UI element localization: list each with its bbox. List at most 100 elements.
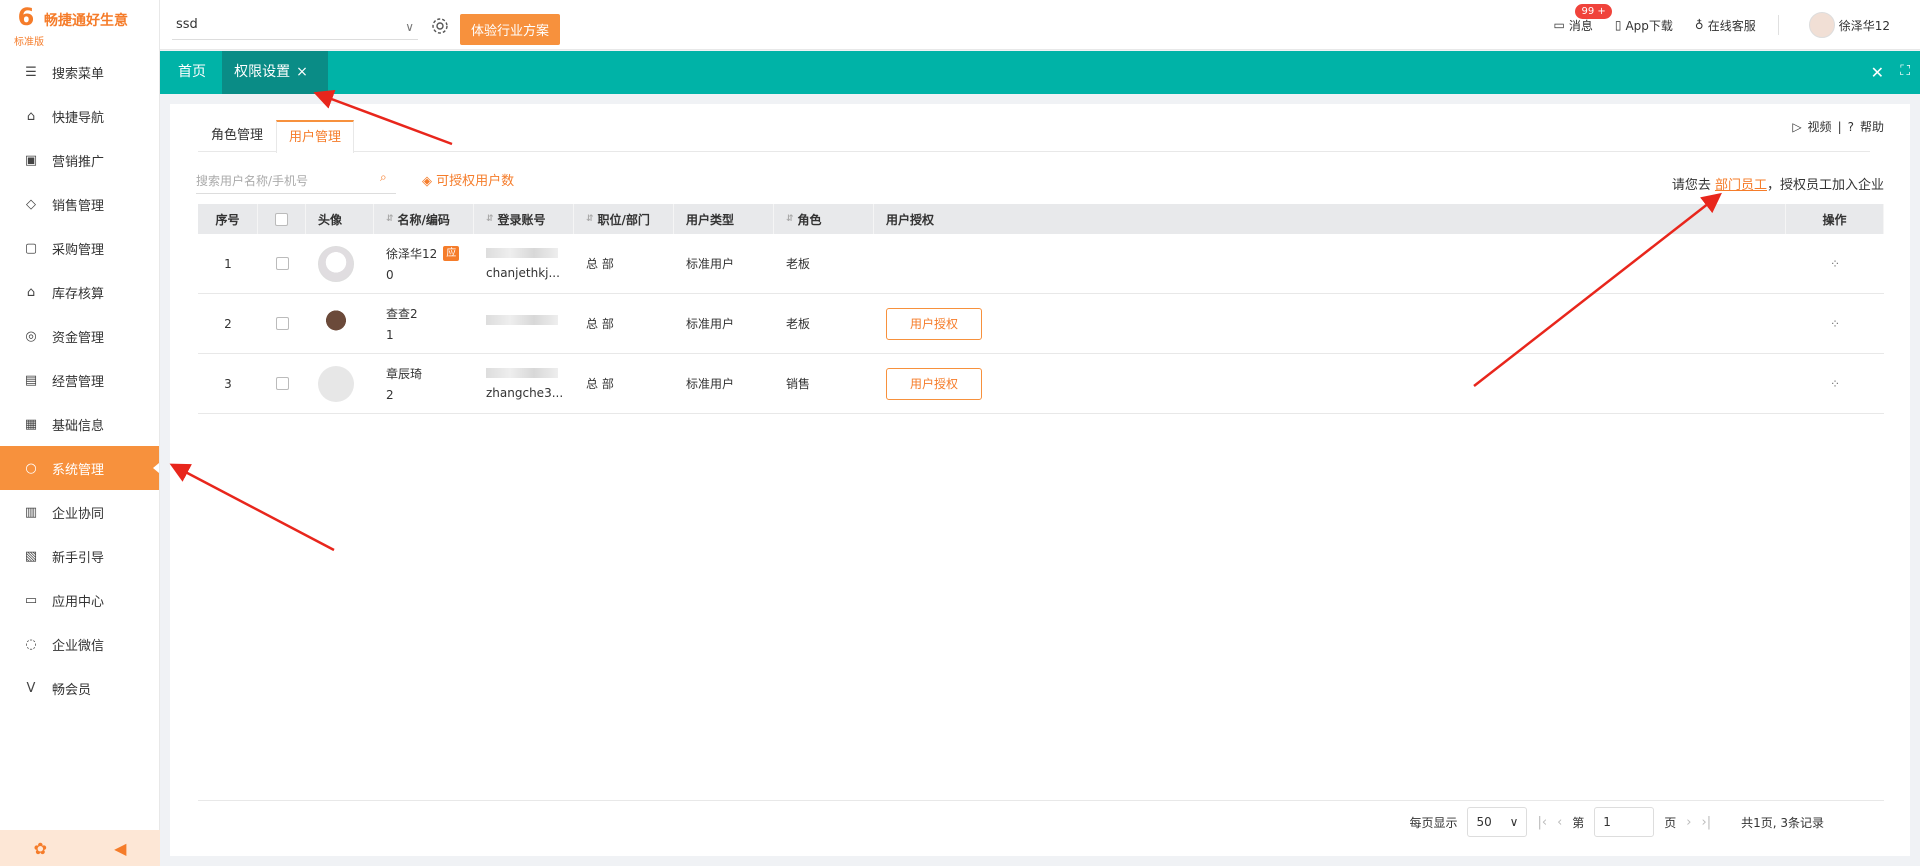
account-block: [486, 314, 558, 333]
table-body: 1 徐泽华12 应 0 chanjethkj... 总 部标准用户 老板 ⁘ 2 查查2 1 总 部标…: [198, 234, 1884, 414]
subtab-role-management[interactable]: 角色管理: [198, 120, 276, 152]
department-staff-link[interactable]: 部门员工: [1715, 178, 1767, 193]
settings-icon[interactable]: ✿: [34, 839, 47, 858]
sidebar-item[interactable]: ◌ 企业微信: [0, 622, 159, 666]
sidebar-item[interactable]: ▤ 经营管理: [0, 358, 159, 402]
clipboard-icon: ▤: [24, 372, 38, 388]
collapse-sidebar-icon[interactable]: ◀: [114, 839, 126, 858]
main-content: 角色管理 用户管理 ▷ 视频 | ? 帮助 搜索用户名称/手机号 ⌕ ◈ 可授权…: [170, 104, 1910, 856]
messages-label: 消息: [1568, 18, 1593, 33]
select-all-checkbox[interactable]: [275, 212, 288, 226]
subtab-user-management[interactable]: 用户管理: [276, 120, 354, 153]
quota-label: 可授权用户数: [436, 174, 515, 189]
page-suffix: 页: [1664, 815, 1677, 830]
login-account: chanjethkj...: [486, 265, 560, 280]
bag-icon: ▢: [24, 240, 38, 256]
sidebar-item-label: 库存核算: [52, 286, 105, 302]
cell-avatar: [306, 234, 374, 293]
sidebar-item-label: 畅会员: [52, 682, 92, 698]
table-row[interactable]: 1 徐泽华12 应 0 chanjethkj... 总 部 标准用户 老板 ⁘: [198, 234, 1884, 294]
header-auth: 用户授权: [874, 204, 1786, 234]
trial-industry-button[interactable]: 体验行业方案: [460, 14, 560, 45]
sidebar-item-label: 销售管理: [52, 198, 105, 214]
header-account[interactable]: ⇵ 登录账号: [474, 204, 574, 234]
search-icon[interactable]: ⌕: [380, 170, 387, 185]
header-dept[interactable]: ⇵ 职位/部门: [574, 204, 674, 234]
shield-icon: ◈: [422, 174, 432, 189]
account-block: zhangche3...: [486, 367, 563, 400]
sidebar-item[interactable]: ○ 系统管理: [0, 446, 159, 490]
users-table: 序号 头像 ⇵ 名称/编码 ⇵ 登录账号 ⇵ 职位/部门 用户类型 ⇵ 角色 用户授权 …: [198, 204, 1884, 414]
user-name: 徐泽华12: [1838, 18, 1890, 33]
brand-logo[interactable]: 6 畅捷通好生意 标准版: [0, 0, 159, 50]
cell-role: 老板: [786, 317, 811, 331]
table-row[interactable]: 3 章辰琦 2 zhangche3... 总 部 标准用户 销售 用户授权 ⁘: [198, 354, 1884, 414]
app-download-button[interactable]: ▯ App下载: [1615, 17, 1673, 34]
authorizable-users-link[interactable]: ◈ 可授权用户数: [422, 170, 514, 189]
fullscreen-icon[interactable]: ⛶: [1900, 63, 1910, 79]
sidebar-item[interactable]: ◇ 销售管理: [0, 182, 159, 226]
user-code: 1: [386, 328, 394, 342]
sidebar-item[interactable]: ☰ 搜索菜单: [0, 50, 159, 94]
sort-icon: ⇵: [786, 214, 794, 224]
header-name[interactable]: ⇵ 名称/编码: [374, 204, 474, 234]
sidebar-item[interactable]: ⌂ 库存核算: [0, 270, 159, 314]
table-row[interactable]: 2 查查2 1 总 部 标准用户 老板 用户授权 ⁘: [198, 294, 1884, 354]
name-line: 徐泽华12 应: [386, 245, 460, 262]
close-icon[interactable]: ×: [296, 64, 308, 80]
cell-role: 老板: [786, 257, 811, 271]
header-select-all: [258, 204, 306, 234]
sidebar-item[interactable]: ▭ 应用中心: [0, 578, 159, 622]
tab-home[interactable]: 首页: [178, 51, 206, 94]
more-actions-icon[interactable]: ⁘: [1830, 257, 1840, 271]
more-actions-icon[interactable]: ⁘: [1830, 317, 1840, 331]
header-no: 序号: [198, 204, 258, 234]
chevron-down-icon: ∨: [405, 20, 414, 34]
sidebar-item-label: 经营管理: [52, 374, 105, 390]
page-input[interactable]: 1: [1594, 807, 1655, 837]
more-actions-icon[interactable]: ⁘: [1830, 377, 1840, 391]
sidebar-item[interactable]: ▥ 企业协同: [0, 490, 159, 534]
sidebar-item[interactable]: ⌂ 快捷导航: [0, 94, 159, 138]
row-checkbox[interactable]: [275, 257, 289, 270]
company-select[interactable]: ssd ∨: [172, 14, 418, 40]
user-menu[interactable]: 徐泽华12: [1801, 12, 1890, 38]
gear-icon[interactable]: [430, 16, 450, 36]
sidebar-nav: ☰ 搜索菜单 ⌂ 快捷导航 ▣ 营销推广 ◇ 销售管理 ▢ 采购管理 ⌂ 库存核算 ◎ 资金管理 ▤ 经营管理…: [0, 50, 159, 710]
support-button[interactable]: ♁ 在线客服: [1695, 17, 1756, 34]
company-name: ssd: [176, 17, 198, 32]
cell-auth: 用户授权: [874, 294, 1786, 353]
sidebar-item[interactable]: ▢ 采购管理: [0, 226, 159, 270]
sidebar-item[interactable]: V 畅会员: [0, 666, 159, 710]
cell-dept: 总 部: [586, 377, 614, 391]
close-all-tabs-icon[interactable]: ✕: [1871, 63, 1884, 82]
cell-avatar: [306, 354, 374, 413]
header-role[interactable]: ⇵ 角色: [774, 204, 874, 234]
brand-edition: 标准版: [14, 37, 44, 48]
name-block: 章辰琦 2: [386, 365, 422, 402]
tab-permission-settings[interactable]: 权限设置 ×: [222, 51, 328, 94]
money-bag-icon: ◎: [25, 328, 37, 344]
search-input[interactable]: 搜索用户名称/手机号: [196, 168, 396, 194]
pagination: 每页显示 50 ∨ |‹ ‹ 第 1 页 › ›| 共1页, 3条记录: [198, 800, 1884, 844]
first-page-icon[interactable]: |‹: [1537, 815, 1547, 830]
sidebar-item-label: 企业协同: [52, 506, 105, 522]
sidebar-item[interactable]: ▧ 新手引导: [0, 534, 159, 578]
video-link[interactable]: 视频: [1808, 118, 1832, 135]
last-page-icon[interactable]: ›|: [1702, 815, 1712, 830]
help-link[interactable]: 帮助: [1860, 118, 1884, 135]
per-page-select[interactable]: 50 ∨: [1467, 807, 1528, 837]
row-checkbox[interactable]: [275, 377, 289, 390]
gift-icon: ▣: [24, 152, 38, 168]
cell-name: 查查2 1: [374, 294, 474, 353]
user-authorize-button[interactable]: 用户授权: [886, 307, 982, 340]
messages-button[interactable]: ▭ 消息 99 +: [1553, 3, 1612, 34]
sidebar-item[interactable]: ◎ 资金管理: [0, 314, 159, 358]
sidebar-item[interactable]: ▣ 营销推广: [0, 138, 159, 182]
row-checkbox[interactable]: [275, 317, 289, 330]
logo-icon: 6: [17, 3, 35, 31]
prev-page-icon[interactable]: ‹: [1557, 815, 1562, 830]
user-authorize-button[interactable]: 用户授权: [886, 367, 982, 400]
next-page-icon[interactable]: ›: [1686, 815, 1691, 830]
sidebar-item[interactable]: ▦ 基础信息: [0, 402, 159, 446]
